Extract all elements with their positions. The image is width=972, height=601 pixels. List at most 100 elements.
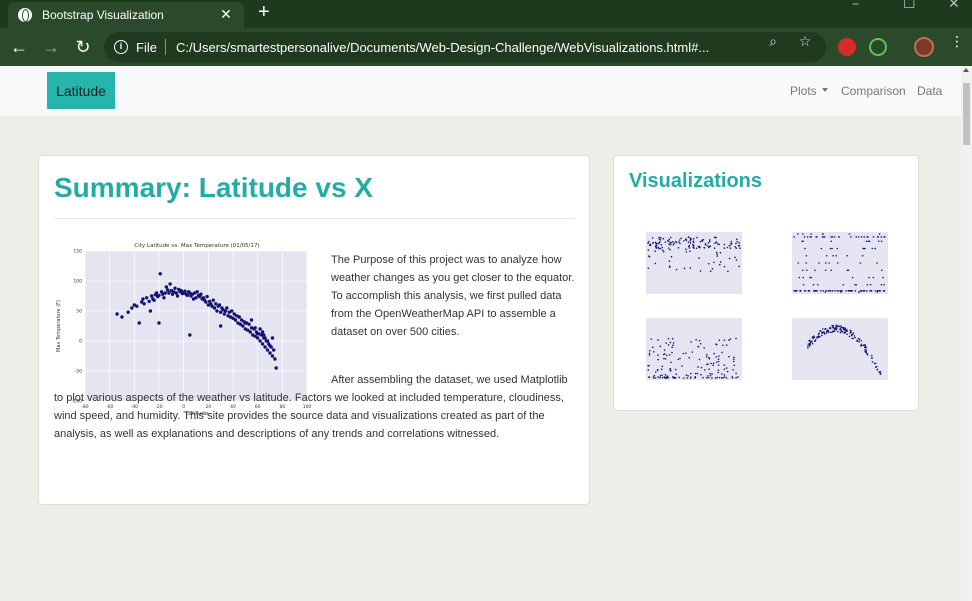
data-point [237, 315, 241, 319]
thumbnail-point [665, 377, 667, 379]
thumbnail-point [694, 376, 697, 379]
thumbnail-point [718, 339, 721, 342]
thumbnail-point [831, 236, 834, 238]
minimize-icon[interactable]: – [852, 0, 859, 12]
thumbnail-point [813, 290, 816, 292]
thumbnail-point [715, 251, 718, 254]
humidity-thumbnail[interactable] [628, 224, 746, 304]
thumbnail-point [692, 241, 695, 243]
thumbnail-point [700, 373, 702, 376]
zoom-icon[interactable]: ⌕ [764, 34, 782, 50]
thumbnail-point [671, 346, 673, 349]
thumbnail-point [714, 377, 717, 379]
thumbnail-point [713, 261, 715, 264]
thumbnail-point [660, 243, 663, 246]
thumbnail-point [689, 372, 692, 375]
nav-plots-label: Plots [790, 84, 817, 98]
thumbnail-point [647, 369, 650, 371]
thumbnail-point [814, 269, 816, 272]
thumbnail-point [681, 365, 683, 367]
thumbnail-point [831, 290, 834, 292]
maximize-icon[interactable]: ☐ [903, 0, 916, 12]
thumbnail-point [687, 236, 690, 239]
data-point [230, 309, 234, 313]
adblock-extension-icon[interactable] [838, 38, 856, 56]
thumbnail-point [803, 236, 806, 238]
star-icon[interactable]: ☆ [796, 34, 814, 50]
thumbnail-point [870, 290, 873, 292]
thumbnail-point [685, 374, 688, 376]
new-tab-button[interactable]: + [258, 1, 270, 24]
thumbnail-point [874, 362, 877, 365]
thumbnail-point [672, 376, 674, 378]
check-extension-icon[interactable] [869, 38, 887, 56]
thumbnail-point [807, 343, 810, 345]
thumbnail-point [696, 236, 698, 239]
data-point [248, 330, 252, 334]
thumbnail-point [829, 331, 832, 334]
data-point [265, 348, 270, 352]
nav-plots-dropdown[interactable]: Plots [790, 84, 828, 98]
max-temp-thumbnail[interactable] [774, 310, 892, 390]
thumbnail-point [685, 248, 687, 250]
thumbnail-point [666, 354, 668, 357]
thumbnail-point [726, 370, 729, 373]
cloudiness-thumbnail[interactable] [774, 224, 892, 304]
data-point [144, 296, 149, 300]
thumbnail-point [689, 242, 692, 244]
page-scrollbar[interactable] [961, 66, 972, 601]
close-window-icon[interactable]: ✕ [948, 0, 960, 12]
more-menu-icon[interactable]: ⋮ [948, 34, 966, 50]
thumbnail-point [809, 236, 812, 238]
thumbnail-point [689, 250, 691, 253]
close-tab-icon[interactable]: ✕ [218, 7, 234, 23]
profile-avatar-icon[interactable] [914, 37, 934, 57]
address-bar[interactable]: i File C:/Users/smartestpersonalive/Docu… [104, 32, 826, 62]
thumbnail-point [728, 355, 730, 358]
thumbnail-point [804, 247, 806, 250]
thumbnail-point [680, 237, 682, 240]
scroll-thumb[interactable] [963, 83, 970, 145]
nav-data[interactable]: Data [917, 84, 942, 98]
thumbnail-point [721, 351, 723, 354]
thumbnail-point [865, 351, 868, 354]
thumbnail-point [824, 328, 826, 330]
url-text[interactable]: C:/Users/smartestpersonalive/Documents/W… [176, 40, 709, 55]
thumbnail-point [733, 358, 735, 360]
data-point [265, 339, 270, 343]
thumbnail-point [721, 373, 723, 375]
wind-speed-thumbnail[interactable] [628, 310, 746, 390]
thumbnail-point [813, 340, 816, 342]
data-point [188, 333, 192, 337]
thumbnail-point [702, 376, 704, 379]
scroll-up-icon[interactable] [963, 68, 969, 72]
thumbnail-point [708, 357, 711, 360]
data-point [223, 309, 228, 313]
navbar-brand[interactable]: Latitude [47, 72, 115, 109]
thumbnail-point [648, 244, 651, 246]
thumbnail-point [654, 371, 657, 373]
thumbnail-point [678, 239, 681, 241]
thumbnail-point [824, 262, 827, 264]
thumbnail-point [735, 372, 737, 375]
back-icon[interactable]: ← [8, 36, 30, 58]
reload-icon[interactable]: ↻ [72, 36, 94, 58]
data-point [255, 336, 260, 340]
nav-comparison[interactable]: Comparison [841, 84, 906, 98]
thumbnail-point [647, 240, 650, 243]
data-point [179, 288, 183, 293]
thumbnail-point [667, 337, 670, 340]
forward-icon[interactable]: → [40, 36, 62, 58]
thumbnail-point [685, 238, 687, 241]
browser-tab[interactable]: Bootstrap Visualization ✕ [8, 2, 244, 28]
info-icon[interactable]: i [114, 40, 128, 54]
thumbnail-point [652, 377, 655, 379]
thumbnail-point [704, 369, 706, 371]
data-point [194, 296, 198, 300]
thumbnail-point [812, 283, 815, 286]
thumbnail-point [717, 371, 720, 374]
thumbnail-point [806, 236, 809, 238]
thumbnail-point [688, 356, 690, 359]
thumbnail-point [831, 331, 833, 333]
thumbnail-point [695, 339, 697, 341]
